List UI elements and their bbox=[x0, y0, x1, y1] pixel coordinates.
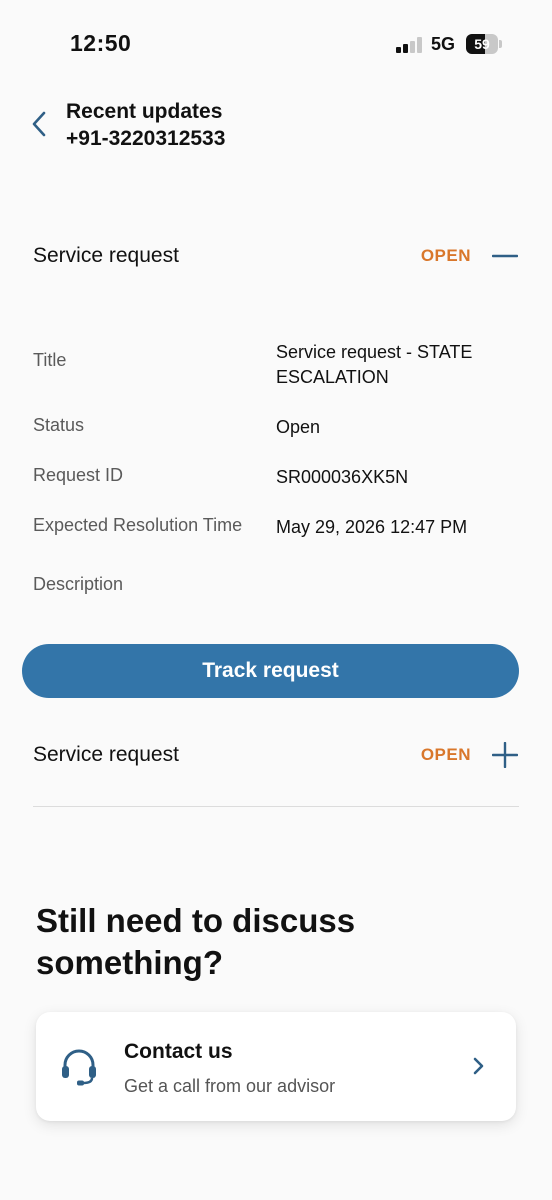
divider bbox=[33, 806, 519, 807]
detail-row-request-id: Request ID SR000036XK5N bbox=[33, 465, 519, 490]
request-accordion-header-2[interactable]: Service request OPEN bbox=[33, 735, 519, 775]
screen: 12:50 5G 59 Recent updates +91-322031253… bbox=[0, 0, 552, 1200]
detail-row-resolution-time: Expected Resolution Time May 29, 2026 12… bbox=[33, 515, 519, 540]
contact-title: Contact us bbox=[124, 1040, 233, 1063]
status-badge: OPEN bbox=[420, 745, 471, 764]
detail-row-status: Status Open bbox=[33, 415, 519, 440]
header: Recent updates +91-3220312533 bbox=[66, 98, 225, 152]
detail-value: May 29, 2026 12:47 PM bbox=[276, 517, 468, 537]
discuss-heading: Still need to discuss something? bbox=[36, 902, 356, 981]
track-request-button[interactable]: Track request bbox=[22, 644, 519, 698]
detail-key: Description bbox=[33, 574, 124, 594]
status-badge: OPEN bbox=[420, 246, 471, 265]
request-label: Service request bbox=[33, 743, 179, 766]
status-time: 12:50 bbox=[70, 30, 132, 56]
detail-value: Open bbox=[276, 417, 321, 437]
page-subtitle: +91-3220312533 bbox=[66, 127, 226, 150]
contact-us-card[interactable]: Contact us Get a call from our advisor bbox=[36, 1012, 516, 1121]
battery-level: 59 bbox=[474, 36, 490, 52]
battery-icon: 59 bbox=[466, 34, 502, 54]
signal-icon bbox=[396, 37, 424, 53]
request-label: Service request bbox=[33, 244, 179, 267]
minus-icon bbox=[492, 254, 518, 258]
detail-row-title: Title Service request - STATE ESCALATION bbox=[33, 340, 519, 390]
network-label: 5G bbox=[431, 34, 456, 54]
status-bar: 12:50 5G 59 bbox=[0, 0, 552, 90]
detail-key: Expected Resolution Time bbox=[33, 515, 243, 535]
detail-key: Status bbox=[33, 415, 85, 435]
request-accordion-header-1[interactable]: Service request OPEN bbox=[33, 236, 519, 276]
plus-icon bbox=[492, 742, 518, 768]
expand-button[interactable] bbox=[491, 741, 519, 769]
chevron-right-icon bbox=[473, 1057, 484, 1075]
page-title: Recent updates bbox=[66, 100, 223, 123]
detail-key: Request ID bbox=[33, 465, 124, 485]
chevron-left-icon bbox=[32, 111, 46, 137]
detail-row-description: Description bbox=[33, 574, 519, 595]
collapse-button[interactable] bbox=[491, 242, 519, 270]
detail-value: SR000036XK5N bbox=[276, 467, 409, 487]
headset-icon bbox=[62, 1049, 96, 1086]
detail-key: Title bbox=[33, 350, 67, 370]
detail-value bbox=[276, 574, 519, 595]
contact-subtitle: Get a call from our advisor bbox=[124, 1076, 336, 1096]
back-button[interactable] bbox=[24, 104, 54, 144]
detail-value: Service request - STATE ESCALATION bbox=[276, 342, 473, 387]
